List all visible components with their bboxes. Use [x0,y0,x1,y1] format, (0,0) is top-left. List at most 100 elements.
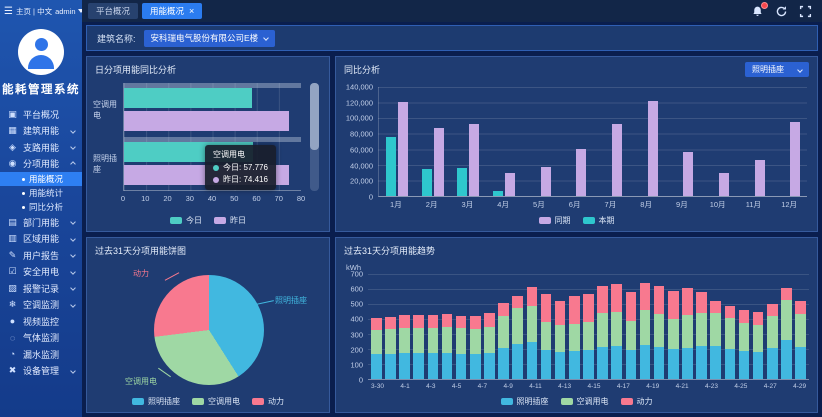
sidebar-item-label: 平台概况 [23,108,59,121]
stacked-bar-4-26[interactable] [753,274,764,379]
stacked-bar-3-31[interactable] [385,274,396,379]
sidebar-item-建筑用能[interactable]: ▦建筑用能 [0,123,82,140]
stacked-bar-4-5[interactable] [456,274,467,379]
sidebar-item-区域用能[interactable]: ▥区域用能 [0,231,82,248]
stacked-bar-4-14[interactable] [583,274,594,379]
panel-31day-trend: 过去31天分项用能趋势 kWh 0100200300400500600700 3… [335,237,818,413]
tab-close-icon[interactable]: × [189,7,194,16]
legend-item-动力[interactable]: 动力 [252,396,284,407]
datazoom-slider[interactable] [310,83,319,191]
stacked-bar-4-2[interactable] [413,274,424,379]
tab-用能概况[interactable]: 用能概况× [142,3,202,19]
bar-同期[interactable] [576,149,586,196]
sidebar-subitem-用能统计[interactable]: 用能统计 [0,186,82,200]
stacked-bar-4-7[interactable] [484,274,495,379]
stacked-bar-3-30[interactable] [371,274,382,379]
bar-本期[interactable] [422,169,432,196]
bar-同期[interactable] [612,124,622,196]
stacked-bar-4-25[interactable] [739,274,750,379]
stacked-bar-4-4[interactable] [442,274,453,379]
bar-同期[interactable] [648,101,658,196]
bar-本期[interactable] [493,191,503,196]
stacked-bar-4-6[interactable] [470,274,481,379]
bar-同期[interactable] [719,173,729,196]
sidebar-item-label: 支路用能 [23,141,59,154]
legend-item-昨日[interactable]: 昨日 [214,215,246,226]
stacked-bar-4-11[interactable] [541,274,552,379]
legend-item-照明插座[interactable]: 照明插座 [132,396,180,407]
fullscreen-icon[interactable] [799,5,812,18]
stacked-bar-4-18[interactable] [640,274,651,379]
menu-toggle-icon[interactable]: ☰ [4,6,13,17]
bar-同期[interactable] [683,152,693,196]
refresh-icon[interactable] [775,5,788,18]
bar-今日[interactable] [124,88,252,108]
stacked-bar-4-22[interactable] [696,274,707,379]
legend-item-今日[interactable]: 今日 [170,215,202,226]
legend-item-空调用电[interactable]: 空调用电 [192,396,240,407]
segment-动力 [725,306,736,318]
sidebar-item-用户报告[interactable]: ✎用户报告 [0,247,82,264]
sidebar-item-平台概况[interactable]: ▣平台概况 [0,106,82,123]
sidebar-item-视频监控[interactable]: ●视频监控 [0,313,82,330]
sidebar-subitem-用能概况[interactable]: 用能概况 [0,172,82,186]
bar-同期[interactable] [398,102,408,196]
home-language-link[interactable]: 主页 | 中文 [16,6,52,17]
sidebar-subitem-同比分析[interactable]: 同比分析 [0,200,82,214]
sidebar-item-支路用能[interactable]: ◈支路用能 [0,139,82,156]
sidebar-item-安全用电[interactable]: ☑安全用电 [0,264,82,281]
sidebar-item-设备管理[interactable]: ✖设备管理 [0,363,82,380]
x-tick-label: 40 [208,194,216,203]
stacked-bar-4-8[interactable] [498,274,509,379]
sidebar-item-空调监测[interactable]: ❄空调监测 [0,297,82,314]
stacked-bar-4-3[interactable] [428,274,439,379]
sidebar-item-漏水监测[interactable]: ◔漏水监测 [0,346,82,363]
stacked-bar-4-19[interactable] [654,274,665,379]
stacked-bar-4-10[interactable] [527,274,538,379]
bar-同期[interactable] [469,124,479,196]
bar-同期[interactable] [505,173,515,196]
electric-safety-icon: ☑ [7,266,18,277]
stacked-bar-4-1[interactable] [399,274,410,379]
bar-同期[interactable] [434,128,444,197]
bar-同期[interactable] [790,122,800,196]
sidebar-item-分项用能[interactable]: ◉分项用能 [0,156,82,173]
bar-昨日[interactable] [124,111,289,131]
tab-平台概况[interactable]: 平台概况 [88,3,138,19]
building-select[interactable]: 安科瑞电气股份有限公司E楼 [144,30,276,47]
bar-同期[interactable] [541,167,551,196]
stacked-bar-4-17[interactable] [626,274,637,379]
stacked-bar-4-27[interactable] [767,274,778,379]
bar-本期[interactable] [457,168,467,196]
stacked-bar-4-28[interactable] [781,274,792,379]
sidebar-item-报警记录[interactable]: ▨报警记录 [0,280,82,297]
legend-item-本期[interactable]: 本期 [583,215,615,226]
legend-item-同期[interactable]: 同期 [539,215,571,226]
stacked-bar-4-20[interactable] [668,274,679,379]
series-select[interactable]: 照明插座 [745,62,809,77]
sidebar-item-部门用能[interactable]: ▤部门用能 [0,214,82,231]
bar-本期[interactable] [386,137,396,196]
stacked-bar-4-13[interactable] [569,274,580,379]
x-tick-label: 4-23 [705,383,718,392]
legend-item-动力[interactable]: 动力 [621,396,653,407]
pie-chart[interactable] [154,275,264,385]
stacked-bar-4-12[interactable] [555,274,566,379]
segment-照明插座 [795,347,806,379]
datazoom-thumb[interactable] [310,83,319,150]
sidebar-item-气体监测[interactable]: ◌气体监测 [0,330,82,347]
legend-item-空调用电[interactable]: 空调用电 [561,396,609,407]
stacked-bar-4-23[interactable] [710,274,721,379]
stacked-bar-4-29[interactable] [795,274,806,379]
bar-group-6月 [557,87,593,196]
stacked-bar-4-21[interactable] [682,274,693,379]
segment-动力 [512,296,523,308]
user-menu[interactable]: admin [55,7,82,16]
stacked-bar-4-16[interactable] [611,274,622,379]
bar-同期[interactable] [755,160,765,196]
legend-item-照明插座[interactable]: 照明插座 [501,396,549,407]
stacked-bar-4-9[interactable] [512,274,523,379]
notifications-bell-icon[interactable] [751,5,764,18]
stacked-bar-4-15[interactable] [597,274,608,379]
stacked-bar-4-24[interactable] [725,274,736,379]
